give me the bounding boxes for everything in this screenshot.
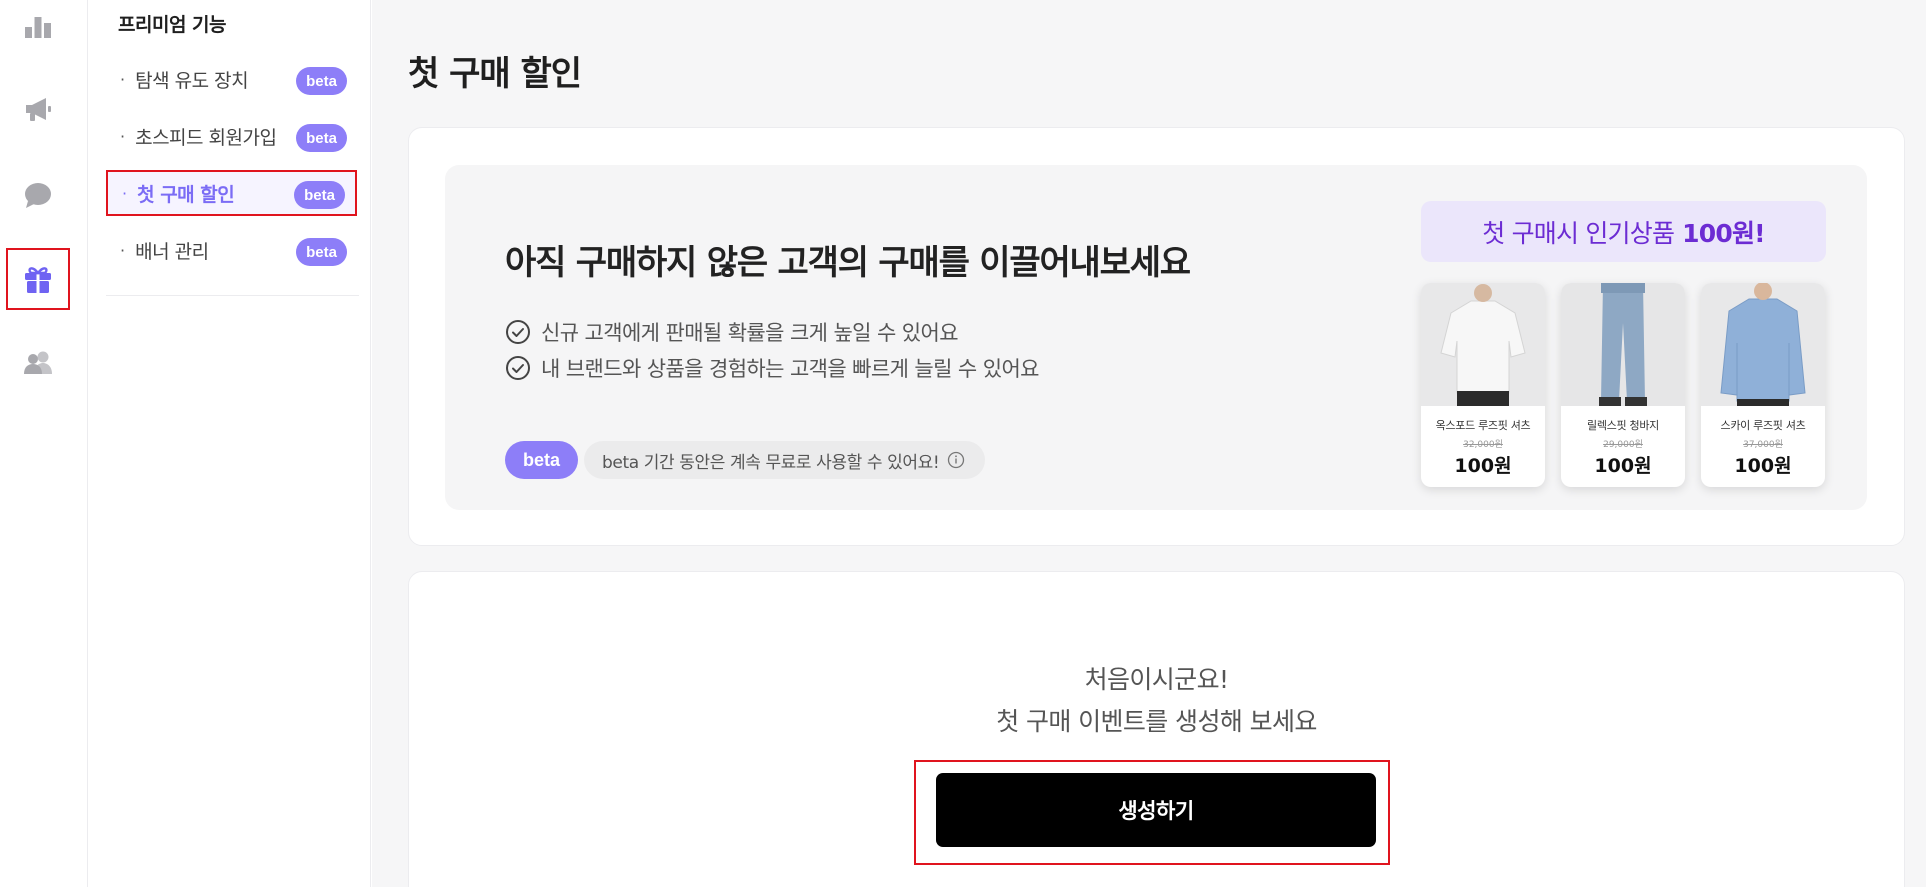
chat-bubble-icon [25, 183, 51, 208]
product-name: 옥스포드 루즈핏 셔츠 [1435, 419, 1531, 432]
beta-info-row: beta beta 기간 동안은 계속 무료로 사용할 수 있어요! [505, 441, 986, 479]
product-name: 릴렉스핏 청바지 [1587, 419, 1659, 432]
rail-item-analytics[interactable] [6, 0, 70, 56]
check-circle-icon [506, 320, 530, 344]
product-price: 100원 [1454, 455, 1512, 477]
bar-chart-icon [25, 17, 51, 38]
intro-card: 아직 구매하지 않은 고객의 구매를 이끌어내보세요 신규 고객에게 판매될 확… [408, 127, 1905, 546]
create-event-button[interactable]: 생성하기 [936, 773, 1376, 847]
benefit-text: 내 브랜드와 상품을 경험하는 고객을 빠르게 늘릴 수 있어요 [541, 357, 1039, 381]
product-name: 스카이 루즈핏 셔츠 [1720, 419, 1806, 432]
submenu-item-label: 첫 구매 할인 [137, 183, 235, 206]
bullet-dot: · [122, 183, 128, 203]
product-price: 100원 [1594, 455, 1652, 477]
bullet-dot: · [120, 240, 126, 260]
hero-title: 아직 구매하지 않은 고객의 구매를 이끌어내보세요 [505, 243, 1191, 283]
promo-banner-text: 첫 구매시 인기상품 [1482, 218, 1675, 248]
submenu-item-label: 초스피드 회원가입 [135, 126, 277, 149]
empty-state-card: 처음이시군요! 첫 구매 이벤트를 생성해 보세요 생성하기 [408, 571, 1905, 887]
promo-banner-price: 100원! [1682, 218, 1765, 248]
product-original-price: 32,000원 [1463, 440, 1503, 450]
beta-note: beta 기간 동안은 계속 무료로 사용할 수 있어요! [584, 441, 986, 479]
product-original-price: 29,000원 [1603, 440, 1643, 450]
submenu-item-discovery[interactable]: · 탐색 유도 장치 beta [106, 56, 357, 102]
product-image [1561, 283, 1685, 406]
product-card: 릴렉스핏 청바지 29,000원 100원 [1561, 283, 1685, 487]
submenu-item-label: 탐색 유도 장치 [135, 69, 249, 92]
main-content: 첫 구매 할인 아직 구매하지 않은 고객의 구매를 이끌어내보세요 신규 고객… [372, 0, 1926, 887]
submenu-title: 프리미엄 기능 [118, 14, 227, 36]
icon-rail [0, 0, 88, 887]
beta-badge: beta [294, 181, 345, 209]
rail-item-customers[interactable] [6, 332, 70, 394]
submenu-item-label: 배너 관리 [135, 240, 209, 263]
benefit-item: 내 브랜드와 상품을 경험하는 고객을 빠르게 늘릴 수 있어요 [505, 353, 1039, 383]
beta-badge: beta [505, 441, 579, 479]
submenu-item-banner[interactable]: · 배너 관리 beta [106, 227, 357, 273]
feature-hero: 아직 구매하지 않은 고객의 구매를 이끌어내보세요 신규 고객에게 판매될 확… [445, 165, 1867, 510]
users-icon [24, 351, 52, 374]
product-original-price: 37,000원 [1743, 440, 1783, 450]
check-circle-icon [506, 356, 530, 380]
gift-icon [25, 267, 51, 293]
rail-item-premium[interactable] [6, 248, 70, 310]
promo-banner: 첫 구매시 인기상품 100원! [1421, 201, 1826, 262]
info-icon[interactable] [947, 451, 965, 469]
product-card: 옥스포드 루즈핏 셔츠 32,000원 100원 [1421, 283, 1545, 487]
submenu-divider [106, 295, 359, 296]
premium-submenu: 프리미엄 기능 · 탐색 유도 장치 beta · 초스피드 회원가입 beta… [88, 0, 371, 887]
benefit-text: 신규 고객에게 판매될 확률을 크게 높일 수 있어요 [541, 321, 959, 345]
rail-item-marketing[interactable] [6, 78, 70, 140]
create-button-highlight: 생성하기 [914, 760, 1390, 865]
megaphone-icon [26, 98, 51, 121]
empty-state-title: 처음이시군요! [1084, 665, 1229, 694]
beta-badge: beta [296, 67, 347, 95]
benefit-item: 신규 고객에게 판매될 확률을 크게 높일 수 있어요 [505, 317, 959, 347]
rail-item-messages[interactable] [6, 164, 70, 226]
bullet-dot: · [120, 126, 126, 146]
product-image [1421, 283, 1545, 406]
beta-badge: beta [296, 238, 347, 266]
product-card: 스카이 루즈핏 셔츠 37,000원 100원 [1701, 283, 1825, 487]
beta-badge: beta [296, 124, 347, 152]
product-price: 100원 [1734, 455, 1792, 477]
submenu-item-first-purchase[interactable]: · 첫 구매 할인 beta [106, 170, 357, 216]
beta-note-text: beta 기간 동안은 계속 무료로 사용할 수 있어요! [602, 452, 940, 473]
empty-state-subtitle: 첫 구매 이벤트를 생성해 보세요 [996, 707, 1317, 736]
product-image [1701, 283, 1825, 406]
page-title: 첫 구매 할인 [408, 54, 582, 94]
submenu-item-fast-signup[interactable]: · 초스피드 회원가입 beta [106, 113, 357, 159]
bullet-dot: · [120, 69, 126, 89]
